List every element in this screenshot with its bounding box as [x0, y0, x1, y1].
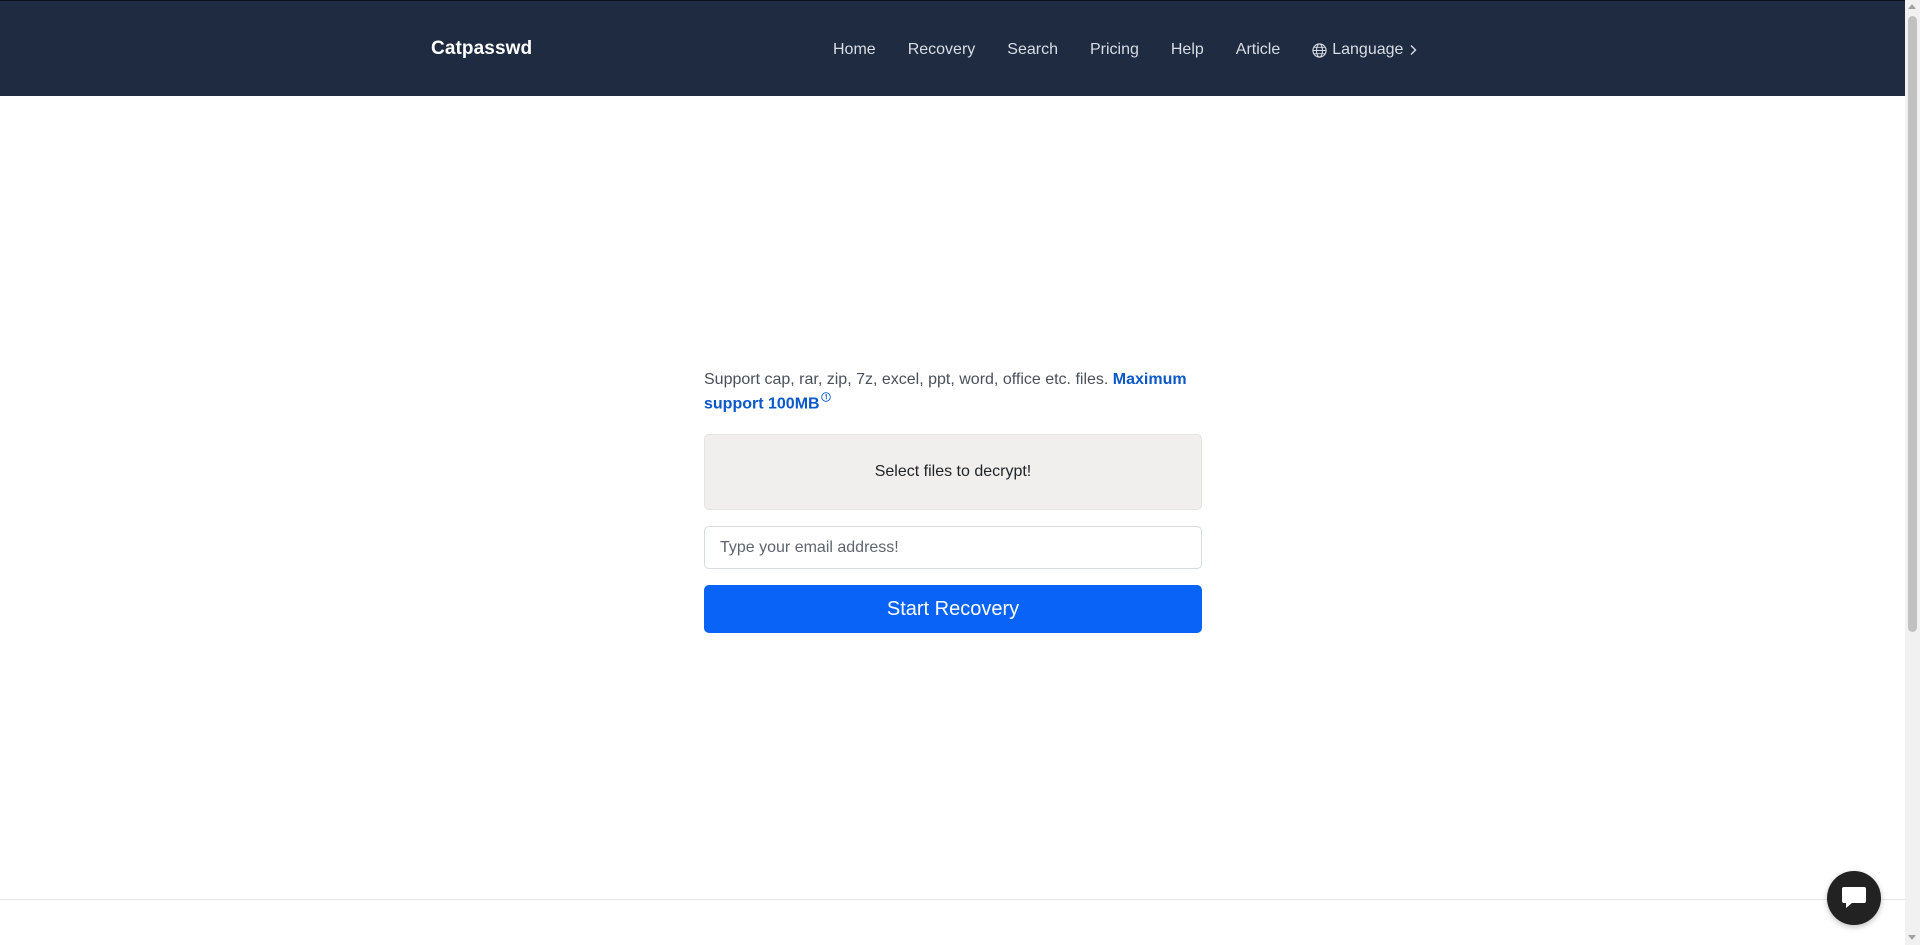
upload-panel: Support cap, rar, zip, 7z, excel, ppt, w… — [704, 368, 1202, 634]
nav-pricing[interactable]: Pricing — [1090, 38, 1139, 62]
footer-divider — [0, 899, 1905, 900]
scroll-up-arrow-icon[interactable] — [1908, 4, 1916, 9]
scroll-down-arrow-icon[interactable] — [1908, 935, 1916, 940]
globe-icon — [1312, 42, 1327, 58]
page-scrollbar[interactable] — [1905, 0, 1920, 945]
chat-icon — [1842, 887, 1866, 908]
file-select-dropzone[interactable]: Select files to decrypt! — [704, 434, 1202, 511]
scroll-thumb[interactable] — [1908, 16, 1917, 632]
nav-article[interactable]: Article — [1236, 38, 1280, 62]
language-dropdown[interactable]: Language — [1312, 38, 1418, 62]
email-input[interactable] — [704, 526, 1202, 570]
nav-recovery[interactable]: Recovery — [908, 38, 976, 62]
file-select-label: Select files to decrypt! — [874, 463, 1032, 481]
info-icon[interactable] — [820, 392, 831, 402]
brand-logo[interactable]: Catpasswd — [431, 37, 532, 61]
top-navbar: Catpasswd Home Recovery Search Pricing H… — [0, 0, 1905, 96]
nav-search[interactable]: Search — [1007, 38, 1058, 62]
nav-help[interactable]: Help — [1171, 38, 1204, 62]
chat-button[interactable] — [1827, 871, 1881, 925]
support-description: Support cap, rar, zip, 7z, excel, ppt, w… — [704, 368, 1202, 416]
main-nav: Home Recovery Search Pricing Help Articl… — [833, 38, 1418, 62]
support-text: Support cap, rar, zip, 7z, excel, ppt, w… — [704, 371, 1109, 388]
chevron-right-icon — [1410, 45, 1417, 55]
nav-home[interactable]: Home — [833, 38, 876, 62]
language-label: Language — [1332, 41, 1404, 58]
start-recovery-button[interactable]: Start Recovery — [704, 585, 1202, 634]
